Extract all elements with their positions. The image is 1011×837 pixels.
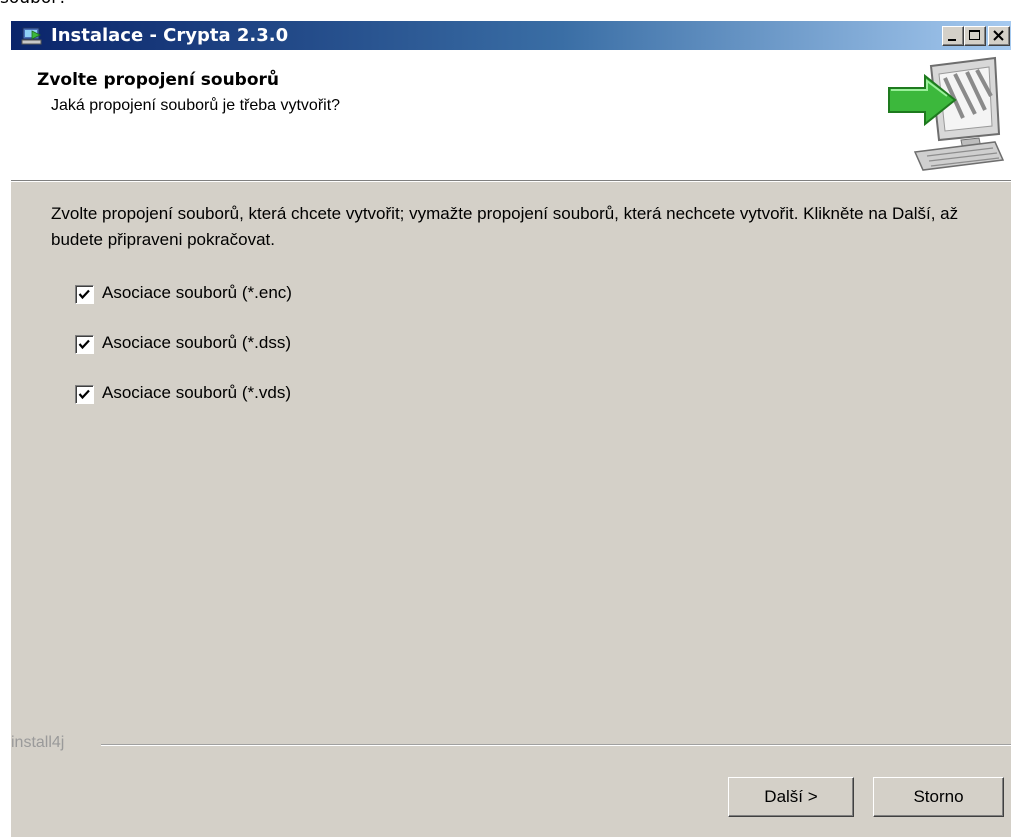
- minimize-button[interactable]: [942, 26, 964, 46]
- maximize-icon: [969, 30, 980, 40]
- title-bar[interactable]: Instalace - Crypta 2.3.0: [11, 21, 1011, 50]
- checkbox-dss[interactable]: [75, 335, 94, 354]
- checkmark-icon: [78, 289, 90, 300]
- close-icon: [993, 30, 1004, 41]
- close-button[interactable]: [988, 26, 1010, 46]
- installer-window: Instalace - Crypta 2.3.0 Zvolte propojen…: [10, 20, 1011, 837]
- checkbox-vds[interactable]: [75, 385, 94, 404]
- install4j-branding: install4j: [11, 734, 65, 751]
- checkmark-icon: [78, 339, 90, 350]
- window-title: Instalace - Crypta 2.3.0: [51, 25, 289, 46]
- maximize-button[interactable]: [964, 26, 986, 46]
- footer-divider: [101, 744, 1011, 746]
- option-label-dss: Asociace souborů (*.dss): [102, 333, 291, 352]
- page-subtitle: Jaká propojení souborů je třeba vytvořit…: [51, 97, 341, 114]
- wizard-header: Zvolte propojení souborů Jaká propojení …: [11, 50, 1011, 181]
- checkmark-icon: [78, 389, 90, 400]
- next-button[interactable]: Další >: [728, 777, 854, 817]
- instructions-text: Zvolte propojení souborů, která chcete v…: [51, 204, 959, 249]
- cancel-button[interactable]: Storno: [873, 777, 1004, 817]
- option-label-vds: Asociace souborů (*.vds): [102, 383, 291, 402]
- background-text-fragment: soubor?: [0, 0, 67, 10]
- computer-arrow-icon: [888, 56, 1005, 171]
- checkbox-enc[interactable]: [75, 285, 94, 304]
- option-label-enc: Asociace souborů (*.enc): [102, 283, 292, 302]
- header-divider: [11, 181, 1011, 182]
- installer-icon: [21, 27, 42, 45]
- minimize-icon: [948, 39, 956, 41]
- page-title: Zvolte propojení souborů: [37, 70, 280, 90]
